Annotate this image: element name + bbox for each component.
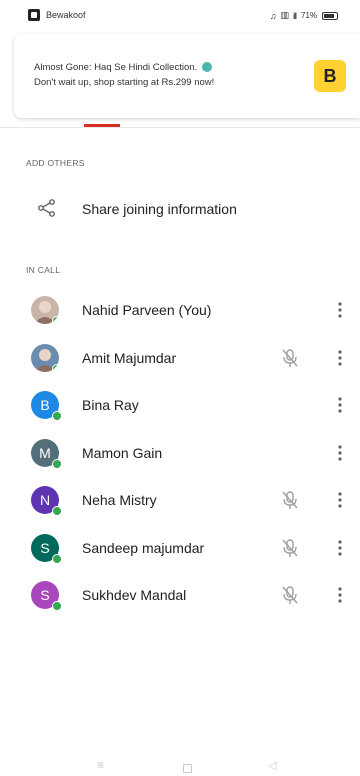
avatar: M xyxy=(31,438,62,469)
brand-logo-letter: B xyxy=(323,65,337,86)
avatar-initial: B xyxy=(40,397,50,413)
participant-row[interactable]: Amit Majumdar xyxy=(0,343,360,384)
more-options-icon[interactable] xyxy=(334,300,346,320)
participant-row[interactable]: M Mamon Gain xyxy=(0,438,360,479)
online-status-dot xyxy=(52,363,59,372)
share-icon xyxy=(38,199,55,217)
navigation-bar: ≡ ◁ xyxy=(0,756,360,776)
mic-off-icon xyxy=(282,491,298,509)
participant-name: Amit Majumdar xyxy=(82,349,177,366)
online-status-dot xyxy=(52,411,62,421)
vibrate-icon: ▥ xyxy=(280,10,288,20)
status-bar-right: ♫ ▥ ill 71% xyxy=(270,10,338,21)
online-status-dot xyxy=(52,506,62,516)
in-call-label: IN CALL xyxy=(26,265,61,275)
participant-name: Neha Mistry xyxy=(82,492,157,508)
headphones-icon: ♫ xyxy=(269,10,277,21)
brand-logo: B xyxy=(314,60,346,92)
avatar: B xyxy=(31,391,62,421)
avatar: S xyxy=(31,581,62,611)
notification-line-2: Don't wait up, shop starting at Rs.299 n… xyxy=(34,77,215,88)
participant-row[interactable]: B Bina Ray xyxy=(0,391,360,431)
status-bar-left: Bewakoof xyxy=(28,9,86,21)
more-options-icon[interactable] xyxy=(334,538,346,558)
app-notification-icon xyxy=(28,9,40,21)
mic-off-icon xyxy=(282,538,298,557)
share-joining-info-button[interactable]: Share joining information xyxy=(0,192,360,226)
avatar-initial: N xyxy=(39,492,51,508)
share-label: Share joining information xyxy=(82,201,237,217)
emoji-icon xyxy=(201,62,212,73)
battery-percent: 71% xyxy=(300,11,317,20)
signal-icon: ill xyxy=(292,10,297,21)
participant-name: Nahid Parveen (You) xyxy=(82,302,212,318)
avatar-initial: S xyxy=(40,539,50,556)
avatar-initial: S xyxy=(40,587,50,603)
notification-line-1: Almost Gone: Haq Se Hindi Collection. xyxy=(34,62,198,73)
more-options-icon[interactable] xyxy=(334,443,346,463)
tab-divider xyxy=(0,127,360,128)
add-others-label: ADD OTHERS xyxy=(26,158,85,168)
more-options-icon[interactable] xyxy=(334,348,346,368)
avatar xyxy=(31,296,59,324)
app-name: Bewakoof xyxy=(46,10,86,20)
online-status-dot xyxy=(52,601,62,611)
participant-name: Sandeep majumdar xyxy=(82,539,205,556)
home-icon[interactable] xyxy=(183,764,192,773)
more-options-icon[interactable] xyxy=(334,395,346,415)
notification-text: Almost Gone: Haq Se Hindi Collection. Do… xyxy=(34,60,294,90)
participant-row[interactable]: S Sandeep majumdar xyxy=(0,533,360,574)
mic-off-icon xyxy=(282,348,298,367)
online-status-dot xyxy=(52,553,62,564)
avatar xyxy=(31,343,59,372)
menu-icon[interactable]: ≡ xyxy=(97,758,104,772)
online-status-dot xyxy=(52,316,59,324)
notification-card[interactable]: Almost Gone: Haq Se Hindi Collection. Do… xyxy=(14,34,360,118)
participant-row[interactable]: Nahid Parveen (You) xyxy=(0,296,360,336)
back-icon[interactable]: ◁ xyxy=(268,759,276,772)
online-status-dot xyxy=(52,458,62,469)
avatar: N xyxy=(31,486,62,516)
more-options-icon[interactable] xyxy=(334,490,346,510)
participant-row[interactable]: N Neha Mistry xyxy=(0,486,360,526)
status-bar: Bewakoof ♫ ▥ ill 71% xyxy=(0,0,360,30)
battery-icon xyxy=(322,11,338,20)
mic-off-icon xyxy=(282,586,298,604)
avatar-initial: M xyxy=(39,444,51,461)
avatar: S xyxy=(31,533,62,564)
more-options-icon[interactable] xyxy=(334,585,346,605)
participant-name: Mamon Gain xyxy=(82,444,163,461)
participant-row[interactable]: S Sukhdev Mandal xyxy=(0,581,360,621)
participant-name: Bina Ray xyxy=(82,397,139,413)
participant-name: Sukhdev Mandal xyxy=(82,587,187,603)
